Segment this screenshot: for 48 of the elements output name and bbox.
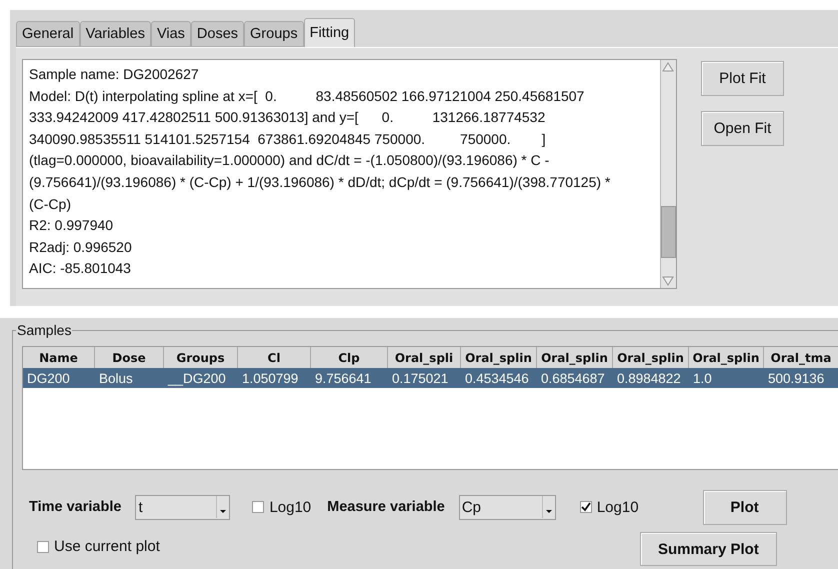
- table-cell-text: Bolus: [98, 370, 134, 388]
- table-row[interactable]: DG200 Bolus __DG200 1.050799 9.756641 0.175021 0.4534546 0.6854687 0.8984822 1.0 500.9136: [23, 368, 838, 388]
- table-cell-text: 9.756641: [314, 370, 372, 388]
- samples-table[interactable]: Name Dose Groups Cl Clp Oral_spli Oral_splin Oral_splin Oral_splin Oral_splin Oral_tma DG200 Bolus __DG200 1.050799 9.756641 0.175021 0.4534546 0.6854687 0.8984822 1.0 500.9136: [22, 346, 838, 470]
- tab[interactable]: Variables: [80, 21, 151, 47]
- field-label: Time variable: [29, 499, 122, 515]
- report-line: AIC: -85.801043: [29, 259, 132, 278]
- scroll-up-arrow-icon[interactable]: [661, 60, 675, 74]
- report-line: (tlag=0.000000, bioavailability=1.000000) and dC/dt = -(1.050800)/(93.196086) * C -: [29, 151, 550, 170]
- report-line: (C-Cp): [29, 194, 72, 214]
- log10-checkbox[interactable]: Log10: [252, 498, 312, 516]
- report-line: (9.756641)/(93.196086) * (C-Cp) + 1/(93.196086) * dD/dt; dCp/dt = (9.756641)/(398.770125) *: [29, 172, 612, 192]
- dropdown[interactable]: Cp: [458, 494, 556, 520]
- tab[interactable]: Fitting: [304, 18, 356, 47]
- checkmark-icon: [580, 502, 591, 512]
- table-cell-text: 0.6854687: [540, 370, 606, 388]
- tab[interactable]: General: [16, 21, 80, 47]
- table-cell-text: DG200: [26, 370, 71, 388]
- plot-button[interactable]: Plot: [702, 490, 787, 524]
- fit-button[interactable]: Open Fit: [701, 111, 784, 146]
- summary-plot-button[interactable]: Summary Plot: [640, 532, 777, 566]
- scrollbar-thumb[interactable]: [661, 206, 676, 258]
- report-line: 340090.98535511 514101.5257154 673861.69204845 750000. 750000. ]: [29, 130, 547, 149]
- tab[interactable]: Doses: [190, 21, 244, 47]
- tab[interactable]: Vias: [150, 21, 191, 47]
- report-line: R2adj: 0.996520: [29, 238, 133, 257]
- scroll-down-arrow-icon[interactable]: [661, 274, 675, 288]
- dropdown[interactable]: t: [135, 494, 230, 520]
- report-line: Model: D(t) interpolating spline at x=[ 0. 83.48560502 166.97121004 250.45681507: [29, 86, 586, 106]
- report-line: R2: 0.997940: [29, 216, 114, 236]
- table-cell-text: 0.4534546: [464, 370, 530, 388]
- fit-button[interactable]: Plot Fit: [701, 61, 784, 96]
- table-cell-text: 500.9136: [767, 370, 826, 388]
- table-cell-text: 1.0: [692, 370, 713, 388]
- scrollbar[interactable]: [660, 60, 676, 288]
- table-cell-text: 0.175021: [391, 370, 450, 388]
- table-cell-text: 0.8984822: [616, 370, 682, 388]
- tab[interactable]: Groups: [244, 21, 304, 47]
- group-title: Samples: [16, 322, 72, 338]
- dropdown-arrow-icon: [542, 496, 555, 518]
- field-label: Measure variable: [327, 499, 445, 515]
- table-cell-text: 1.050799: [241, 370, 300, 388]
- log10-checkbox[interactable]: Log10: [580, 498, 639, 516]
- table-cell-text: __DG200: [166, 370, 227, 388]
- use-current-plot-checkbox[interactable]: Use current plot: [37, 538, 160, 555]
- fit-report-text-area[interactable]: [22, 59, 677, 289]
- report-line: 333.94242009 417.42802511 500.91363013] and y=[ 0. 131266.18774532: [29, 108, 546, 128]
- report-line: Sample name: DG2002627: [29, 65, 200, 84]
